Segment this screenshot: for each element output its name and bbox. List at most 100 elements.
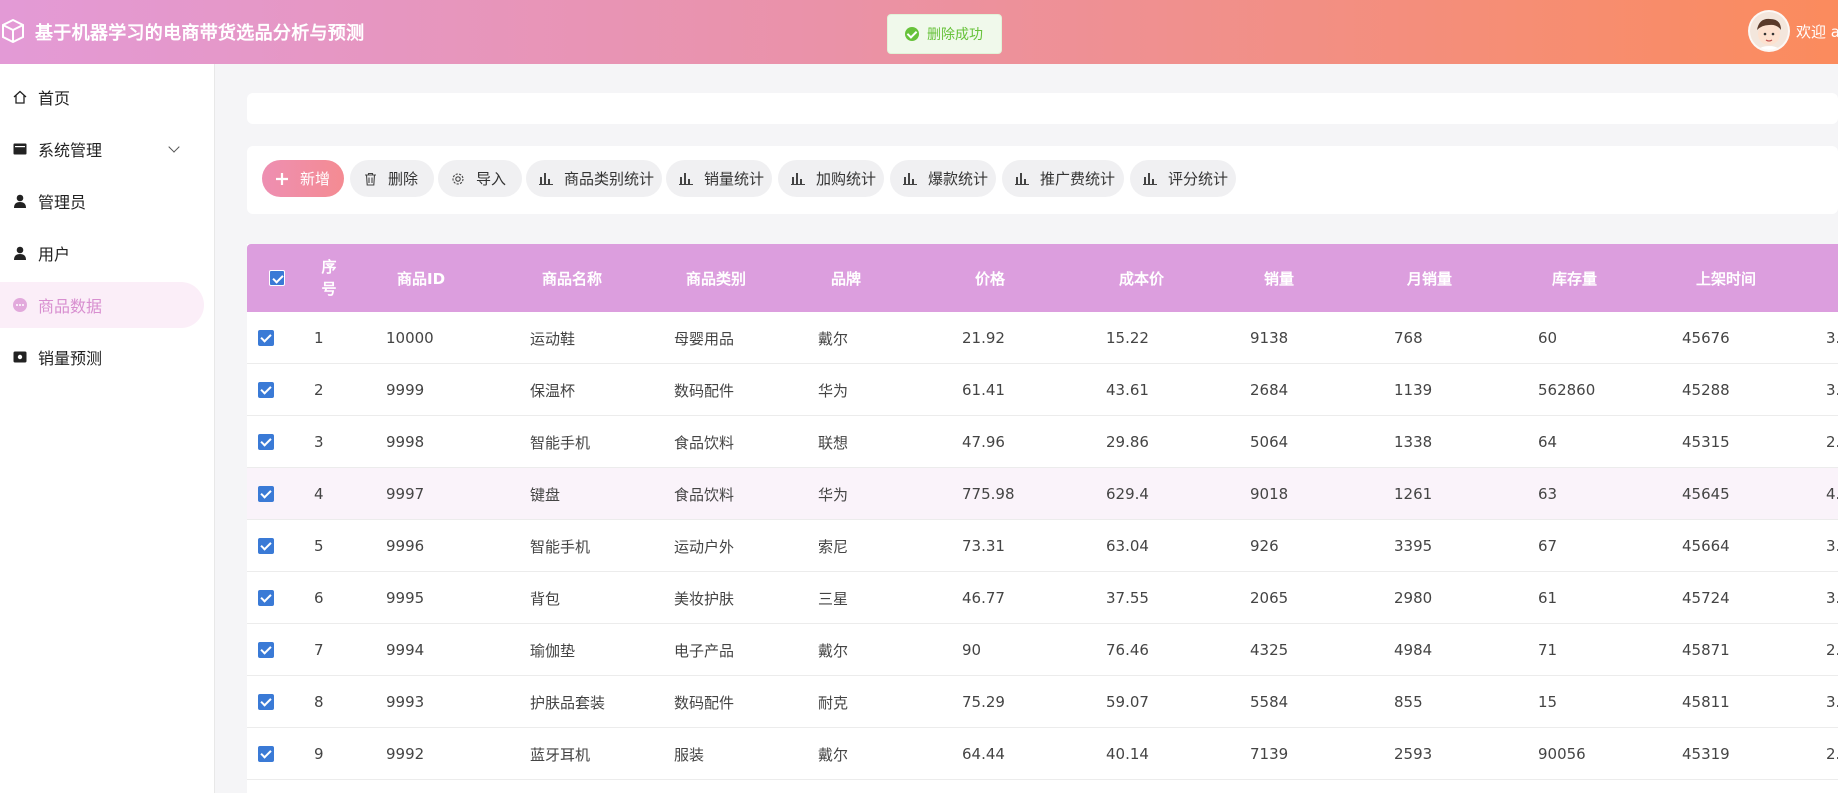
table-row[interactable]: 4 9997 键盘 食品饮料 华为 775.98 629.4 9018 1261 63 45645 4… [247, 468, 1838, 520]
cell-sales: 9138 [1250, 329, 1289, 347]
gear-icon [450, 171, 466, 187]
cell-price: 64.44 [962, 745, 1005, 763]
column-header-stock: 库存量 [1552, 269, 1598, 288]
cell-category: 数码配件 [674, 381, 735, 400]
table-row[interactable]: 7 9994 瑜伽垫 电子产品 戴尔 90 76.46 4325 4984 71 45871 2. [247, 624, 1838, 676]
row-checkbox[interactable] [258, 728, 274, 780]
cell-category: 电子产品 [674, 641, 735, 660]
trash-icon [362, 171, 378, 187]
row-checkbox[interactable] [258, 312, 274, 364]
column-header-cost: 成本价 [1119, 269, 1165, 288]
sidebar-item-sales-forecast[interactable]: 销量预测 [0, 334, 204, 380]
cell-price: 47.96 [962, 433, 1005, 451]
cell-stock: 60 [1538, 329, 1558, 347]
cart-stats-label: 加购统计 [816, 170, 877, 188]
welcome-text[interactable]: 欢迎 a [1796, 21, 1838, 42]
cell-monthly-sales: 1139 [1394, 381, 1433, 399]
import-button[interactable]: 导入 [438, 160, 522, 197]
cell-monthly-sales: 768 [1394, 329, 1423, 347]
sidebar-item-label: 系统管理 [38, 141, 103, 160]
cell-stock: 90056 [1538, 745, 1586, 763]
cell-index: 5 [314, 537, 324, 555]
sidebar-item-user[interactable]: 用户 [0, 230, 204, 276]
cell-product-name: 键盘 [530, 485, 561, 504]
delete-button-label: 删除 [388, 170, 419, 188]
bar-chart-icon [1014, 171, 1030, 187]
cell-product-id: 9996 [386, 537, 425, 555]
promo-stats-button[interactable]: 推广费统计 [1002, 160, 1124, 197]
cell-truncated: 4. [1826, 485, 1838, 503]
column-header-product-id: 商品ID [397, 269, 446, 288]
select-all-checkbox[interactable] [269, 244, 285, 312]
row-checkbox[interactable] [258, 676, 274, 728]
cell-listed-time: 45319 [1682, 745, 1730, 763]
sales-stats-label: 销量统计 [704, 170, 765, 188]
cell-monthly-sales: 2593 [1394, 745, 1433, 763]
sales-stats-button[interactable]: 销量统计 [666, 160, 772, 197]
table-row[interactable]: 2 9999 保温杯 数码配件 华为 61.41 43.61 2684 1139 562860 45… [247, 364, 1838, 416]
add-button-label: 新增 [300, 170, 331, 188]
table-row[interactable]: 1 10000 运动鞋 母婴用品 戴尔 21.92 15.22 9138 768 60 45676 3… [247, 312, 1838, 364]
sidebar-item-system[interactable]: 系统管理 [0, 126, 204, 172]
search-panel [247, 93, 1838, 124]
checkbox-checked-icon [258, 642, 274, 658]
cell-index: 7 [314, 641, 324, 659]
cell-cost: 629.4 [1106, 485, 1149, 503]
hot-stats-button[interactable]: 爆款统计 [890, 160, 996, 197]
row-checkbox[interactable] [258, 416, 274, 468]
column-header-index: 序号 [321, 258, 337, 298]
cell-index: 1 [314, 329, 324, 347]
cell-stock: 15 [1538, 693, 1558, 711]
delete-button[interactable]: 删除 [350, 160, 434, 197]
cell-product-id: 9997 [386, 485, 425, 503]
table-row[interactable]: 9 9992 蓝牙耳机 服装 戴尔 64.44 40.14 7139 2593 90056 4531… [247, 728, 1838, 780]
cell-product-id: 9998 [386, 433, 425, 451]
cell-listed-time: 45664 [1682, 537, 1730, 555]
sidebar-item-product-data[interactable]: 商品数据 [0, 282, 204, 328]
table-row[interactable]: 6 9995 背包 美妆护肤 三星 46.77 37.55 2065 2980 61 45724 3. [247, 572, 1838, 624]
table-row[interactable]: 5 9996 智能手机 运动户外 索尼 73.31 63.04 926 3395 67 45664 3… [247, 520, 1838, 572]
cell-stock: 64 [1538, 433, 1558, 451]
cell-sales: 5584 [1250, 693, 1289, 711]
cell-product-name: 保温杯 [530, 381, 576, 400]
category-stats-button[interactable]: 商品类别统计 [526, 160, 662, 197]
cell-stock: 71 [1538, 641, 1558, 659]
cell-price: 775.98 [962, 485, 1015, 503]
success-toast: 删除成功 [887, 14, 1002, 54]
cell-index: 8 [314, 693, 324, 711]
table-row[interactable]: 3 9998 智能手机 食品饮料 联想 47.96 29.86 5064 1338 64 45315… [247, 416, 1838, 468]
cell-category: 服装 [674, 745, 705, 764]
add-button[interactable]: 新增 [262, 160, 344, 197]
sidebar-item-home[interactable]: 首页 [0, 74, 204, 120]
row-checkbox[interactable] [258, 572, 274, 624]
bar-chart-icon [790, 171, 806, 187]
row-checkbox[interactable] [258, 624, 274, 676]
avatar[interactable] [1748, 10, 1790, 52]
checkbox-checked-icon [258, 694, 274, 710]
cell-product-id: 9999 [386, 381, 425, 399]
cell-price: 73.31 [962, 537, 1005, 555]
sidebar-item-admin[interactable]: 管理员 [0, 178, 204, 224]
sidebar-item-label: 管理员 [38, 193, 87, 212]
rating-stats-button[interactable]: 评分统计 [1130, 160, 1236, 197]
row-checkbox[interactable] [258, 364, 274, 416]
column-header-listed-time: 上架时间 [1696, 269, 1757, 288]
cell-index: 6 [314, 589, 324, 607]
cell-truncated: 3. [1826, 329, 1838, 347]
cell-listed-time: 45645 [1682, 485, 1730, 503]
cell-price: 46.77 [962, 589, 1005, 607]
row-checkbox[interactable] [258, 468, 274, 520]
cell-product-id: 10000 [386, 329, 434, 347]
cart-stats-button[interactable]: 加购统计 [778, 160, 884, 197]
check-circle-icon [905, 27, 919, 41]
cell-price: 90 [962, 641, 982, 659]
cell-brand: 戴尔 [818, 329, 849, 348]
cell-product-name: 运动鞋 [530, 329, 576, 348]
cell-sales: 7139 [1250, 745, 1289, 763]
table-row[interactable]: 8 9993 护肤品套装 数码配件 耐克 75.29 59.07 5584 855 15 45811… [247, 676, 1838, 728]
cell-cost: 63.04 [1106, 537, 1149, 555]
row-checkbox[interactable] [258, 520, 274, 572]
cell-price: 61.41 [962, 381, 1005, 399]
cell-cost: 43.61 [1106, 381, 1149, 399]
cell-stock: 562860 [1538, 381, 1596, 399]
